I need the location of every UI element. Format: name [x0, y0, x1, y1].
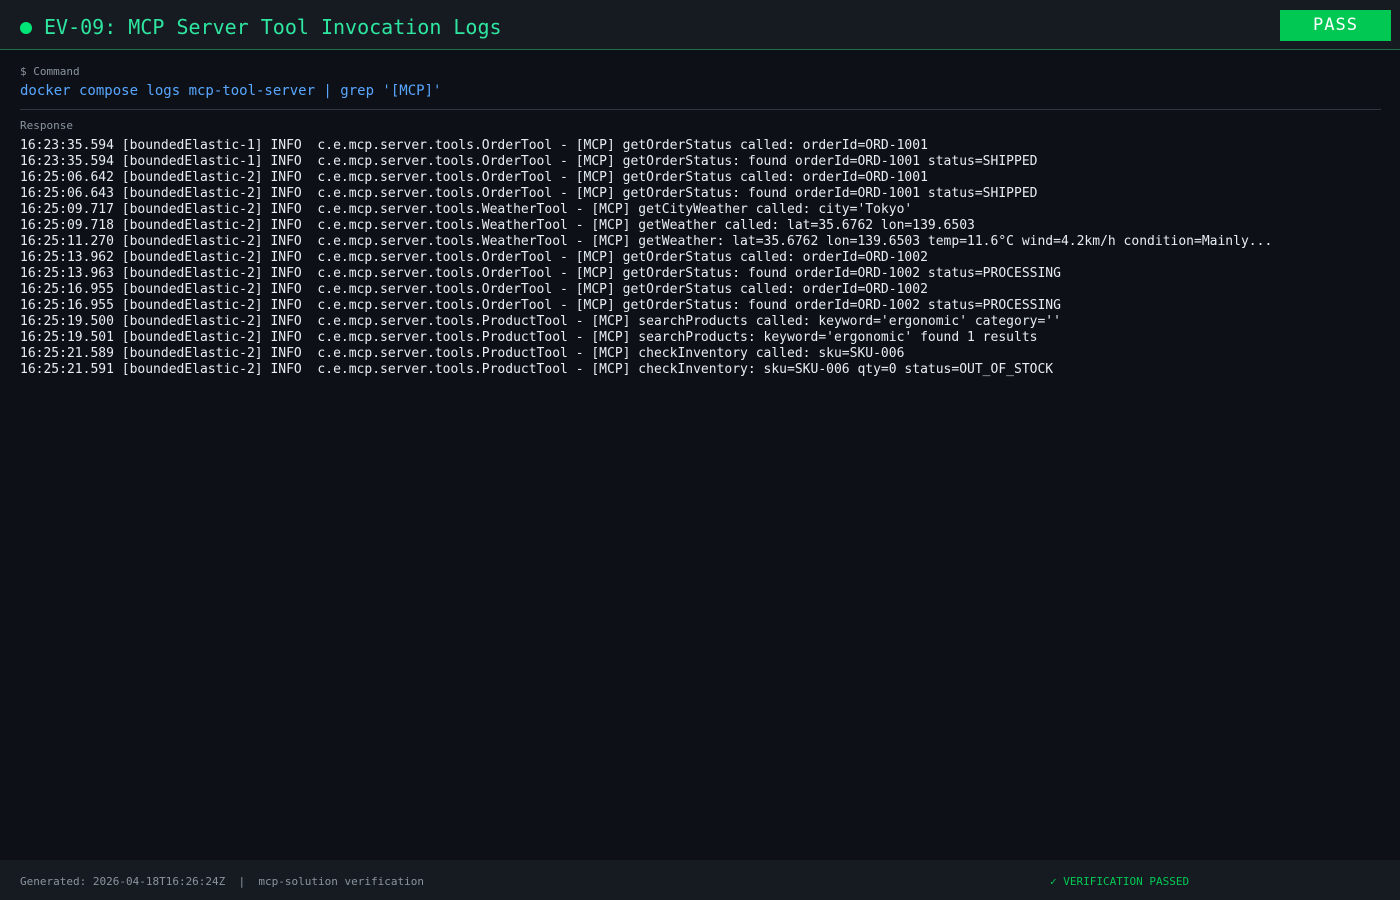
log-line: 16:25:11.270 [boundedElastic-2] INFO c.e…	[20, 234, 1273, 249]
log-line: 16:25:13.962 [boundedElastic-2] INFO c.e…	[20, 250, 928, 265]
log-line: 16:25:16.955 [boundedElastic-2] INFO c.e…	[20, 282, 928, 297]
log-line: 16:25:09.718 [boundedElastic-2] INFO c.e…	[20, 218, 975, 233]
log-line: 16:23:35.594 [boundedElastic-1] INFO c.e…	[20, 154, 1038, 169]
log-output: 16:23:35.594 [boundedElastic-1] INFO c.e…	[20, 138, 1390, 378]
page: EV-09: MCP Server Tool Invocation Logs P…	[0, 0, 1400, 900]
log-line: 16:23:35.594 [boundedElastic-1] INFO c.e…	[20, 138, 928, 153]
log-line: 16:25:13.963 [boundedElastic-2] INFO c.e…	[20, 266, 1061, 281]
log-line: 16:25:09.717 [boundedElastic-2] INFO c.e…	[20, 202, 913, 217]
footer-bar: Generated: 2026-04-18T16:26:24Z | mcp-so…	[0, 860, 1400, 900]
command-label: $ Command	[20, 65, 80, 78]
page-title: EV-09: MCP Server Tool Invocation Logs	[44, 15, 502, 39]
pass-badge: PASS	[1280, 10, 1391, 41]
log-line: 16:25:19.500 [boundedElastic-2] INFO c.e…	[20, 314, 1061, 329]
section-divider	[20, 109, 1381, 110]
verification-status: ✓ VERIFICATION PASSED	[1050, 875, 1190, 888]
command-text: docker compose logs mcp-tool-server | gr…	[20, 83, 442, 99]
log-line: 16:25:21.591 [boundedElastic-2] INFO c.e…	[20, 362, 1054, 377]
log-line: 16:25:19.501 [boundedElastic-2] INFO c.e…	[20, 330, 1038, 345]
log-line: 16:25:06.643 [boundedElastic-2] INFO c.e…	[20, 186, 1038, 201]
footer-generated-info: Generated: 2026-04-18T16:26:24Z | mcp-so…	[20, 875, 424, 888]
log-line: 16:25:16.955 [boundedElastic-2] INFO c.e…	[20, 298, 1061, 313]
log-line: 16:25:06.642 [boundedElastic-2] INFO c.e…	[20, 170, 928, 185]
header-bar: EV-09: MCP Server Tool Invocation Logs P…	[0, 0, 1400, 50]
log-line: 16:25:21.589 [boundedElastic-2] INFO c.e…	[20, 346, 905, 361]
status-dot-icon	[20, 22, 32, 34]
response-label: Response	[20, 119, 73, 132]
